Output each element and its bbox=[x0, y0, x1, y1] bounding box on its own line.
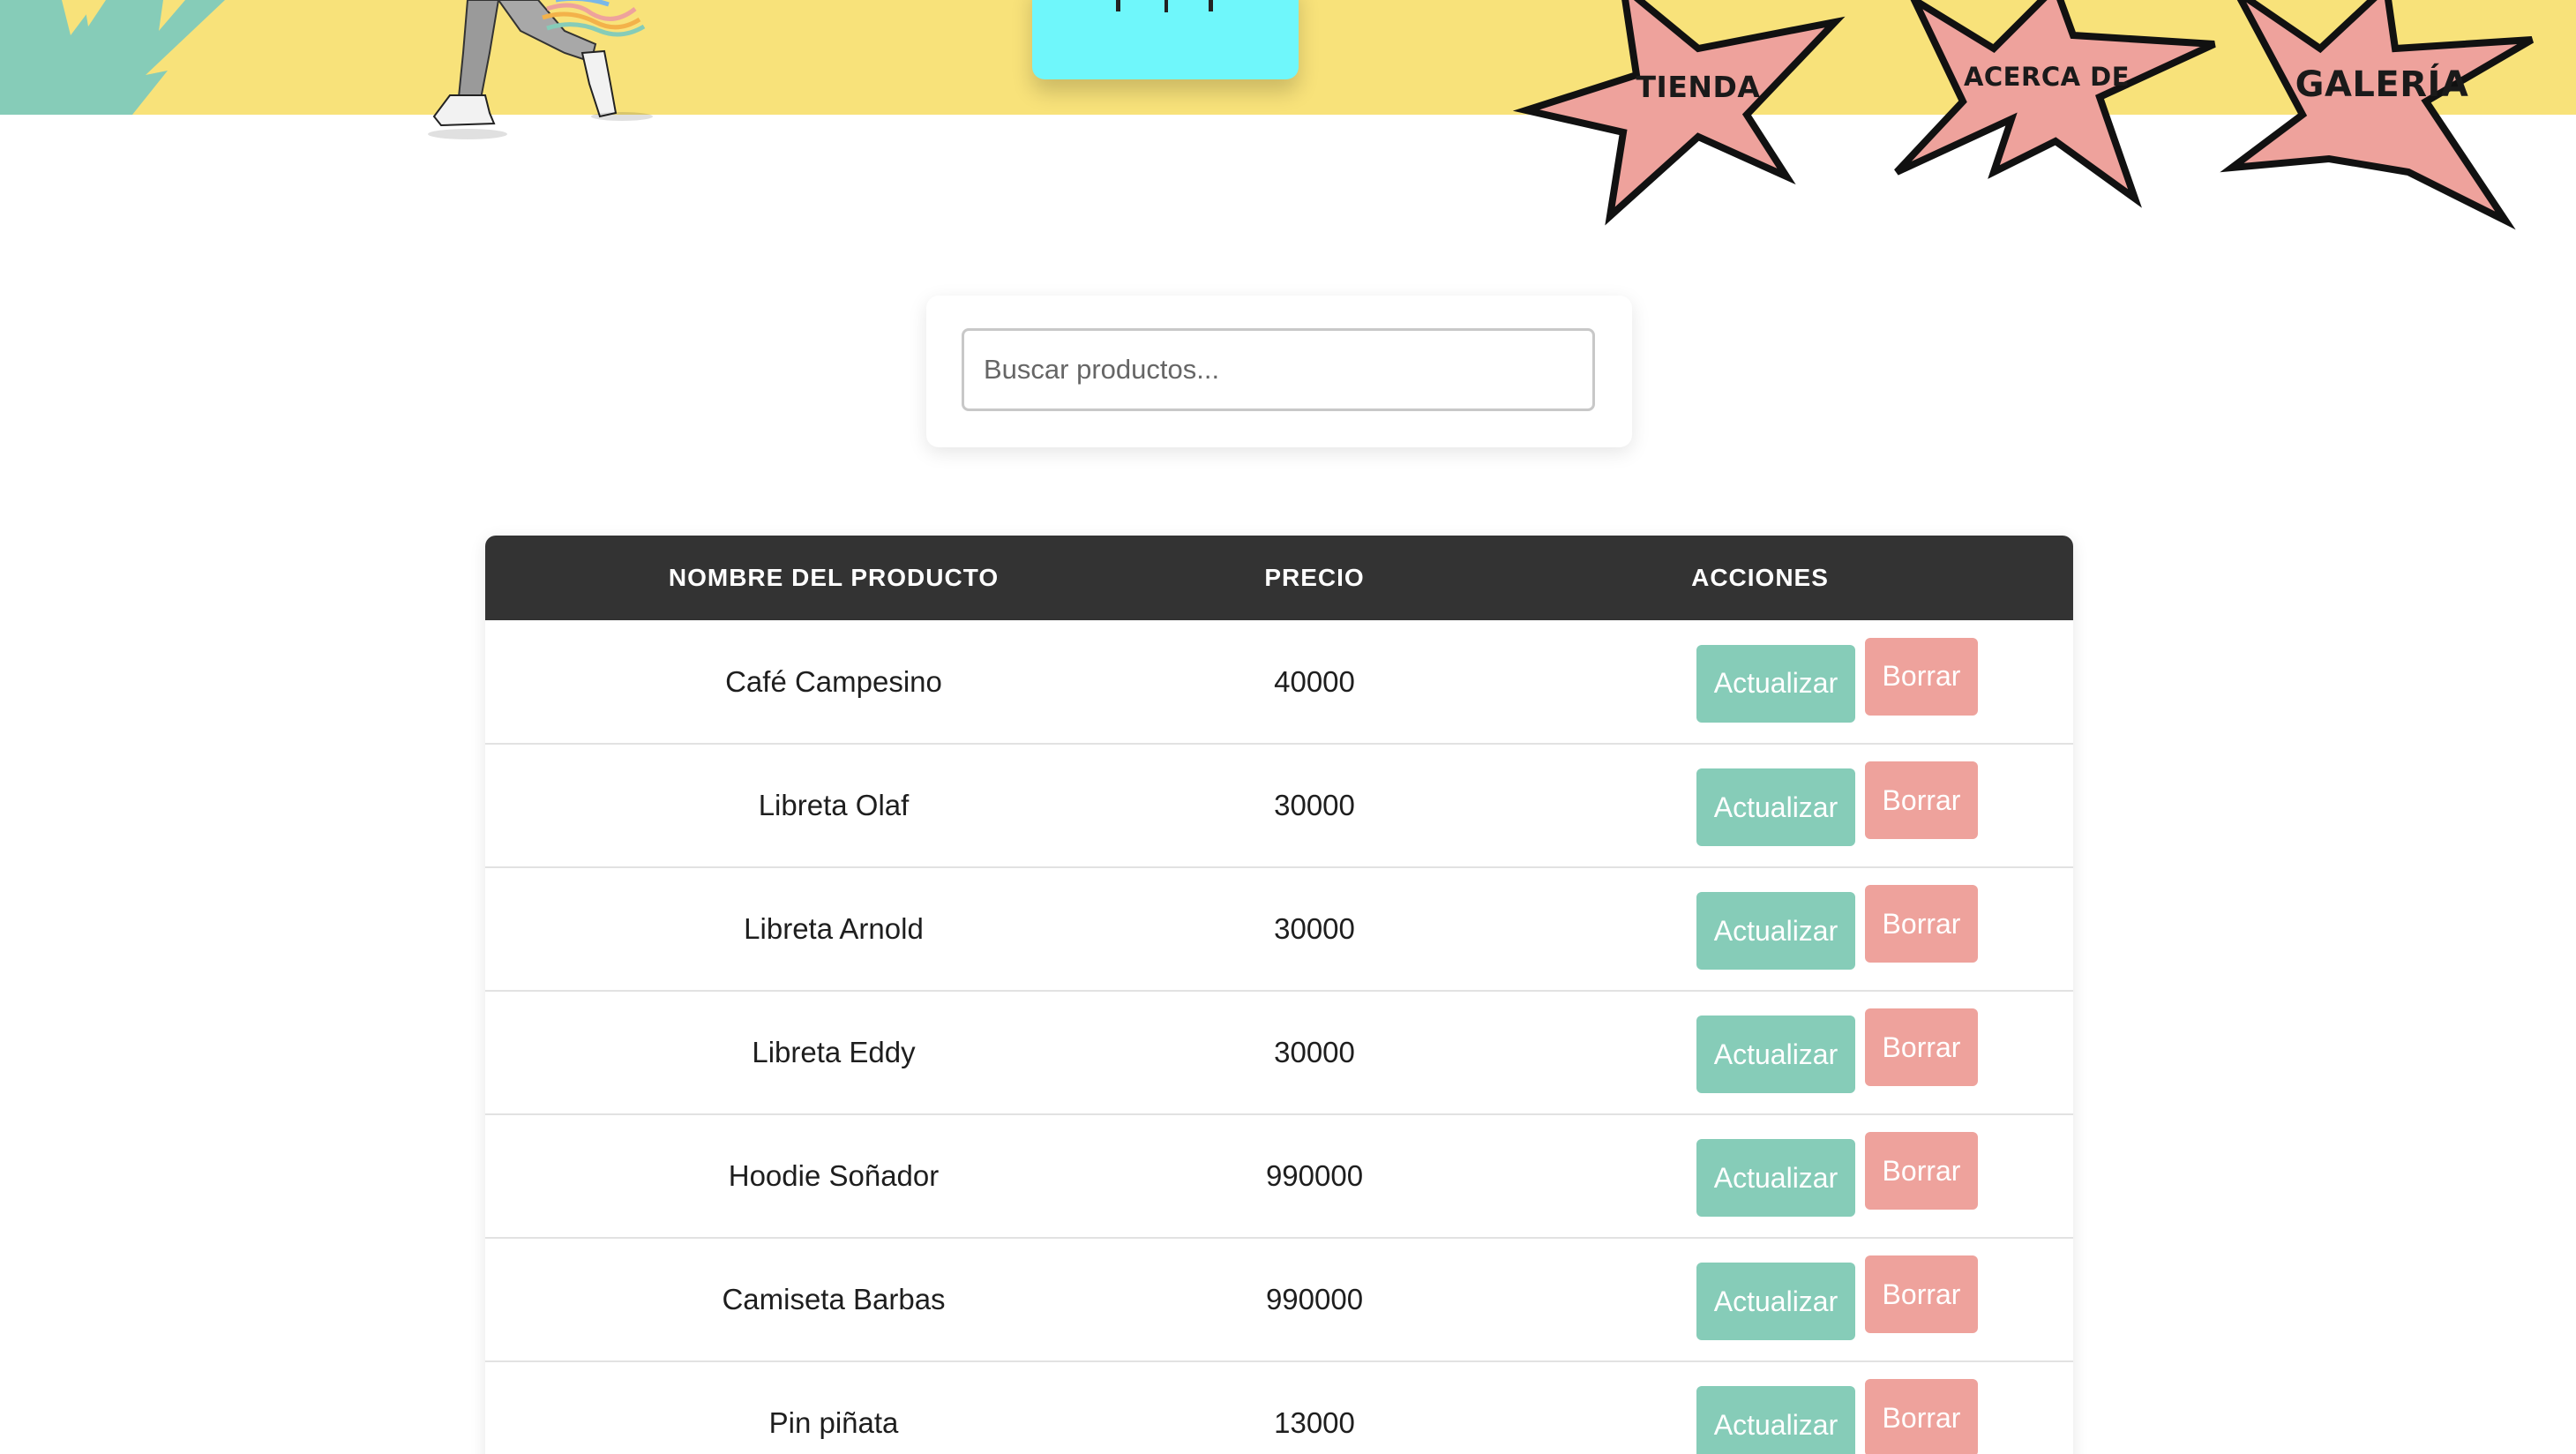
column-header-price: PRECIO bbox=[1264, 564, 1365, 591]
nav-star-acerca-de[interactable]: ACERCA DE bbox=[1879, 0, 2216, 208]
row-actions: Actualizar Borrar bbox=[1447, 744, 2073, 867]
delete-button[interactable]: Borrar bbox=[1865, 1379, 1978, 1454]
delete-button[interactable]: Borrar bbox=[1865, 1255, 1978, 1333]
delete-button[interactable]: Borrar bbox=[1865, 637, 1978, 716]
nav-label-acerca-de: ACERCA DE bbox=[1963, 62, 2130, 92]
table-row: Camiseta Barbas 990000 Actualizar Borrar bbox=[485, 1238, 2073, 1361]
product-name: Pin piñata bbox=[768, 1406, 899, 1439]
product-price: 990000 bbox=[1265, 1159, 1364, 1192]
search-input[interactable] bbox=[962, 328, 1595, 411]
logo-mark-icon bbox=[1116, 0, 1213, 12]
row-actions: Actualizar Borrar bbox=[1447, 867, 2073, 991]
update-button[interactable]: Actualizar bbox=[1696, 1263, 1855, 1340]
product-price: 40000 bbox=[1274, 664, 1355, 698]
product-price: 30000 bbox=[1274, 789, 1355, 821]
walking-person-illustration-icon bbox=[428, 0, 653, 139]
nav-star-galeria[interactable]: GALERÍA bbox=[2220, 0, 2535, 230]
products-table-container: NOMBRE DEL PRODUCTO PRECIO ACCIONES Café… bbox=[485, 536, 2073, 1454]
product-price: 30000 bbox=[1274, 912, 1355, 945]
nav-label-galeria: GALERÍA bbox=[2295, 64, 2469, 105]
star-shape-icon bbox=[1512, 0, 1846, 226]
update-button[interactable]: Actualizar bbox=[1696, 892, 1855, 970]
nav-label-tienda: TIENDA bbox=[1636, 70, 1761, 104]
star-shape-icon bbox=[1894, 0, 2216, 208]
products-table: NOMBRE DEL PRODUCTO PRECIO ACCIONES Café… bbox=[485, 536, 2073, 1454]
product-name: Camiseta Barbas bbox=[722, 1283, 946, 1315]
row-actions: Actualizar Borrar bbox=[1447, 1114, 2073, 1238]
product-price: 13000 bbox=[1274, 1406, 1355, 1439]
product-name: Libreta Arnold bbox=[744, 912, 924, 945]
delete-button[interactable]: Borrar bbox=[1865, 1132, 1978, 1210]
product-price: 990000 bbox=[1265, 1283, 1364, 1315]
row-actions: Actualizar Borrar bbox=[1447, 1238, 2073, 1361]
row-actions: Actualizar Borrar bbox=[1447, 620, 2073, 744]
product-name: Libreta Eddy bbox=[752, 1036, 916, 1068]
row-actions: Actualizar Borrar bbox=[1447, 1361, 2073, 1454]
delete-button[interactable]: Borrar bbox=[1865, 1008, 1978, 1086]
delete-button[interactable]: Borrar bbox=[1865, 885, 1978, 963]
update-button[interactable]: Actualizar bbox=[1696, 768, 1855, 846]
leaf-decoration-icon bbox=[0, 0, 225, 115]
column-header-actions: ACCIONES bbox=[1691, 564, 1829, 591]
page: TIENDA ACERCA DE GALERÍA Buscar producto… bbox=[0, 0, 2576, 1454]
update-button[interactable]: Actualizar bbox=[1696, 1386, 1855, 1454]
table-row: Hoodie Soñador 990000 Actualizar Borrar bbox=[485, 1114, 2073, 1238]
table-header: NOMBRE DEL PRODUCTO PRECIO ACCIONES bbox=[485, 536, 2073, 620]
product-name: Hoodie Soñador bbox=[728, 1159, 940, 1192]
table-row: Café Campesino 40000 Actualizar Borrar bbox=[485, 620, 2073, 744]
table-body: Café Campesino 40000 Actualizar Borrar L… bbox=[485, 620, 2073, 1454]
product-price: 30000 bbox=[1274, 1036, 1355, 1068]
product-name: Libreta Olaf bbox=[758, 789, 910, 821]
search-card bbox=[926, 296, 1632, 447]
nav-star-tienda[interactable]: TIENDA bbox=[1512, 0, 1875, 226]
table-header-row: NOMBRE DEL PRODUCTO PRECIO ACCIONES bbox=[485, 536, 2073, 620]
product-name: Café Campesino bbox=[725, 664, 942, 698]
update-button[interactable]: Actualizar bbox=[1696, 644, 1855, 723]
update-button[interactable]: Actualizar bbox=[1696, 1016, 1855, 1093]
site-logo[interactable] bbox=[1032, 0, 1299, 79]
table-row: Libreta Arnold 30000 Actualizar Borrar bbox=[485, 867, 2073, 991]
table-row: Libreta Eddy 30000 Actualizar Borrar bbox=[485, 991, 2073, 1114]
row-actions: Actualizar Borrar bbox=[1447, 991, 2073, 1114]
delete-button[interactable]: Borrar bbox=[1865, 761, 1978, 839]
update-button[interactable]: Actualizar bbox=[1696, 1139, 1855, 1217]
table-row: Pin piñata 13000 Actualizar Borrar bbox=[485, 1361, 2073, 1454]
star-shape-icon bbox=[2220, 0, 2535, 230]
column-header-name: NOMBRE DEL PRODUCTO bbox=[668, 564, 1000, 591]
table-row: Libreta Olaf 30000 Actualizar Borrar bbox=[485, 744, 2073, 867]
